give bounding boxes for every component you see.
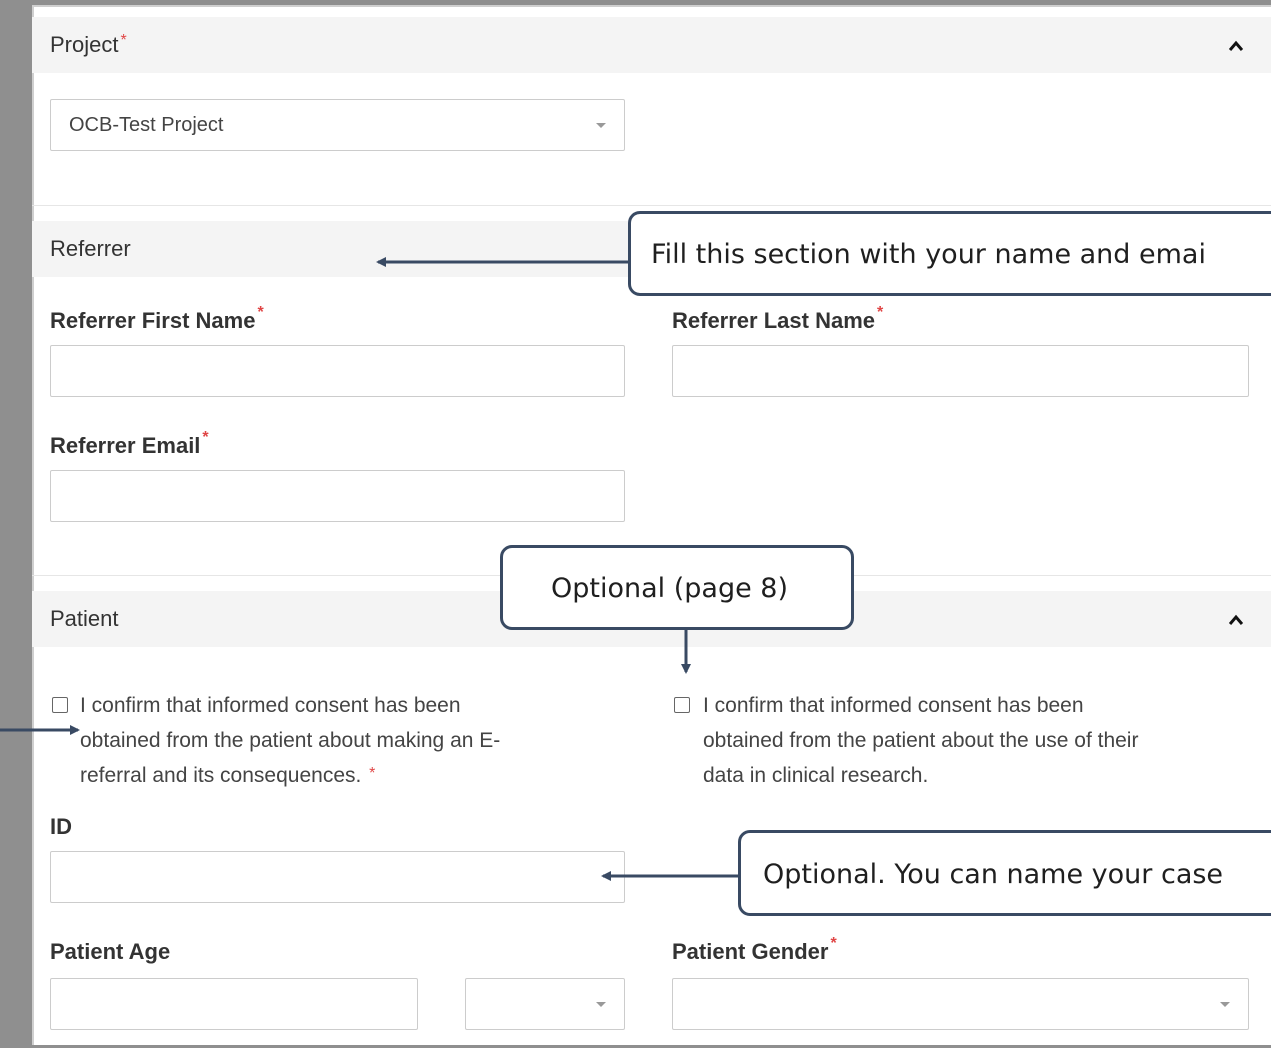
callout-referrer-note: Fill this section with your name and ema…: [628, 211, 1271, 296]
callout-id-note: Optional. You can name your case: [738, 830, 1271, 916]
callout-optional-page: Optional (page 8): [500, 545, 854, 630]
